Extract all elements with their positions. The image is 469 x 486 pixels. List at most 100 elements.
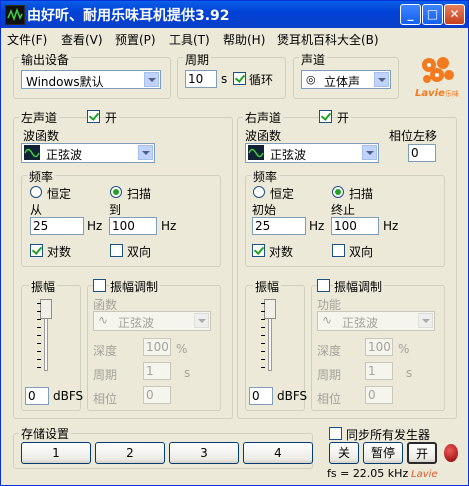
right-modperiod-input[interactable]: 1: [365, 362, 393, 380]
left-waveform-select[interactable]: 正弦波: [21, 143, 155, 163]
left-modperiod-label: 周期: [93, 368, 118, 382]
right-log-label: 对数: [269, 245, 294, 259]
right-to-label: 终止: [331, 203, 356, 217]
menu-presets[interactable]: 预置(P): [115, 31, 156, 48]
right-channel-label: 右声道: [243, 109, 284, 126]
menu-help[interactable]: 帮助(H): [223, 31, 265, 48]
logo-text: Lavie: [415, 88, 445, 99]
left-waveform-value: 正弦波: [46, 148, 83, 162]
menu-headphone-wiki[interactable]: 煲耳机百科大全(B): [277, 31, 379, 48]
right-frequency-label: 频率: [251, 168, 280, 185]
minimize-icon: _: [407, 7, 414, 21]
sync-label: 同步所有发生器: [346, 428, 431, 442]
channel-value: 立体声: [324, 75, 361, 89]
right-depth-unit: %: [398, 342, 410, 356]
app-window: 由好听、耐用乐味耳机提供3.92 _ □ ✕ 文件(F) 查看(V) 预置(P)…: [0, 0, 469, 486]
sync-checkbox[interactable]: [329, 427, 342, 440]
left-to-input[interactable]: 100: [109, 217, 157, 235]
left-amplitude-unit: dBFS: [53, 389, 84, 403]
sample-rate-text: fs = 22.05 kHz: [327, 467, 409, 480]
left-ampmod-label: 振幅调制: [110, 278, 161, 295]
right-function-select[interactable]: ∿ 正弦波: [317, 311, 435, 331]
period-input[interactable]: 10: [185, 70, 217, 88]
left-from-label: 从: [30, 203, 43, 217]
right-bidirectional-checkbox[interactable]: [332, 244, 345, 257]
right-ampmod-checkbox[interactable]: [317, 279, 330, 292]
preset-button-1[interactable]: 1: [21, 442, 91, 464]
right-phase-shift-input[interactable]: 0: [408, 144, 436, 162]
right-constant-radio[interactable]: [253, 186, 265, 198]
left-depth-input[interactable]: 100: [143, 338, 171, 356]
chevron-down-icon: [194, 313, 209, 328]
maximize-button[interactable]: □: [422, 4, 443, 25]
right-on-checkbox[interactable]: [319, 110, 332, 123]
left-amplitude-slider[interactable]: [40, 299, 52, 319]
preset-button-3[interactable]: 3: [169, 442, 239, 464]
right-to-input[interactable]: 100: [331, 217, 379, 235]
storage-label: 存储设置: [19, 425, 72, 442]
left-depth-unit: %: [176, 342, 188, 356]
on-button[interactable]: 开: [407, 442, 437, 464]
left-amplitude-input[interactable]: 0: [25, 387, 49, 405]
preset-button-2[interactable]: 2: [95, 442, 165, 464]
left-phase-input[interactable]: 0: [143, 386, 171, 404]
right-bidirectional-label: 双向: [349, 245, 374, 259]
left-function-select[interactable]: ∿ 正弦波: [93, 311, 211, 331]
lavie-logo: Lavie 乐味: [413, 53, 463, 101]
left-to-label: 到: [109, 203, 122, 217]
close-button[interactable]: ✕: [444, 4, 465, 25]
minimize-button[interactable]: _: [400, 4, 421, 25]
right-waveform-select[interactable]: 正弦波: [245, 143, 379, 163]
sine-wave-icon: [248, 145, 264, 160]
waveform-app-icon[interactable]: [5, 5, 25, 25]
close-icon: ✕: [449, 7, 460, 21]
sine-wave-icon: ∿: [98, 313, 109, 327]
left-from-input[interactable]: 25: [30, 217, 84, 235]
loop-checkbox[interactable]: [233, 72, 246, 85]
chevron-down-icon: [418, 313, 433, 328]
stereo-icon: ◎: [306, 73, 316, 86]
menu-tools[interactable]: 工具(T): [169, 31, 210, 48]
chevron-down-icon: [144, 72, 159, 87]
left-sweep-radio[interactable]: [110, 186, 122, 198]
right-waveform-label: 波函数: [245, 129, 282, 143]
left-sweep-label: 扫描: [127, 187, 152, 201]
preset-button-4[interactable]: 4: [243, 442, 313, 464]
left-on-checkbox[interactable]: [87, 110, 100, 123]
title-bar: 由好听、耐用乐味耳机提供3.92 _ □ ✕: [1, 1, 468, 28]
right-ampmod-label: 振幅调制: [334, 278, 385, 295]
left-depth-label: 深度: [93, 344, 118, 358]
period-unit: s: [221, 72, 228, 86]
left-phase-label: 相位: [93, 392, 118, 406]
left-channel-label: 左声道: [19, 109, 60, 126]
left-from-hz: Hz: [87, 219, 103, 233]
right-depth-input[interactable]: 100: [365, 338, 393, 356]
right-phase-label: 相位: [317, 392, 342, 406]
chevron-down-icon: [138, 145, 153, 160]
off-button[interactable]: 关: [329, 442, 359, 464]
right-from-hz: Hz: [309, 219, 325, 233]
right-amplitude-input[interactable]: 0: [249, 387, 273, 405]
right-modperiod-unit: s: [406, 366, 413, 380]
chevron-down-icon: [374, 72, 389, 87]
output-device-select[interactable]: Windows默认: [21, 70, 161, 89]
left-constant-radio[interactable]: [30, 186, 42, 198]
left-to-hz: Hz: [161, 219, 177, 233]
right-sweep-label: 扫描: [349, 187, 374, 201]
right-amplitude-slider[interactable]: [264, 299, 276, 319]
menu-file[interactable]: 文件(F): [7, 31, 47, 48]
pause-button[interactable]: 暂停: [363, 442, 403, 464]
right-amplitude-label: 振幅: [253, 278, 282, 295]
right-constant-label: 恒定: [270, 187, 295, 201]
left-log-checkbox[interactable]: [30, 244, 43, 257]
right-sweep-radio[interactable]: [332, 186, 344, 198]
right-from-input[interactable]: 25: [252, 217, 306, 235]
channel-select[interactable]: ◎ 立体声: [301, 70, 391, 89]
left-bidirectional-checkbox[interactable]: [110, 244, 123, 257]
right-on-label: 开: [337, 109, 352, 126]
left-modperiod-input[interactable]: 1: [143, 362, 171, 380]
menu-view[interactable]: 查看(V): [61, 31, 103, 48]
right-phase-input[interactable]: 0: [365, 386, 393, 404]
right-log-checkbox[interactable]: [252, 244, 265, 257]
left-ampmod-checkbox[interactable]: [93, 279, 106, 292]
